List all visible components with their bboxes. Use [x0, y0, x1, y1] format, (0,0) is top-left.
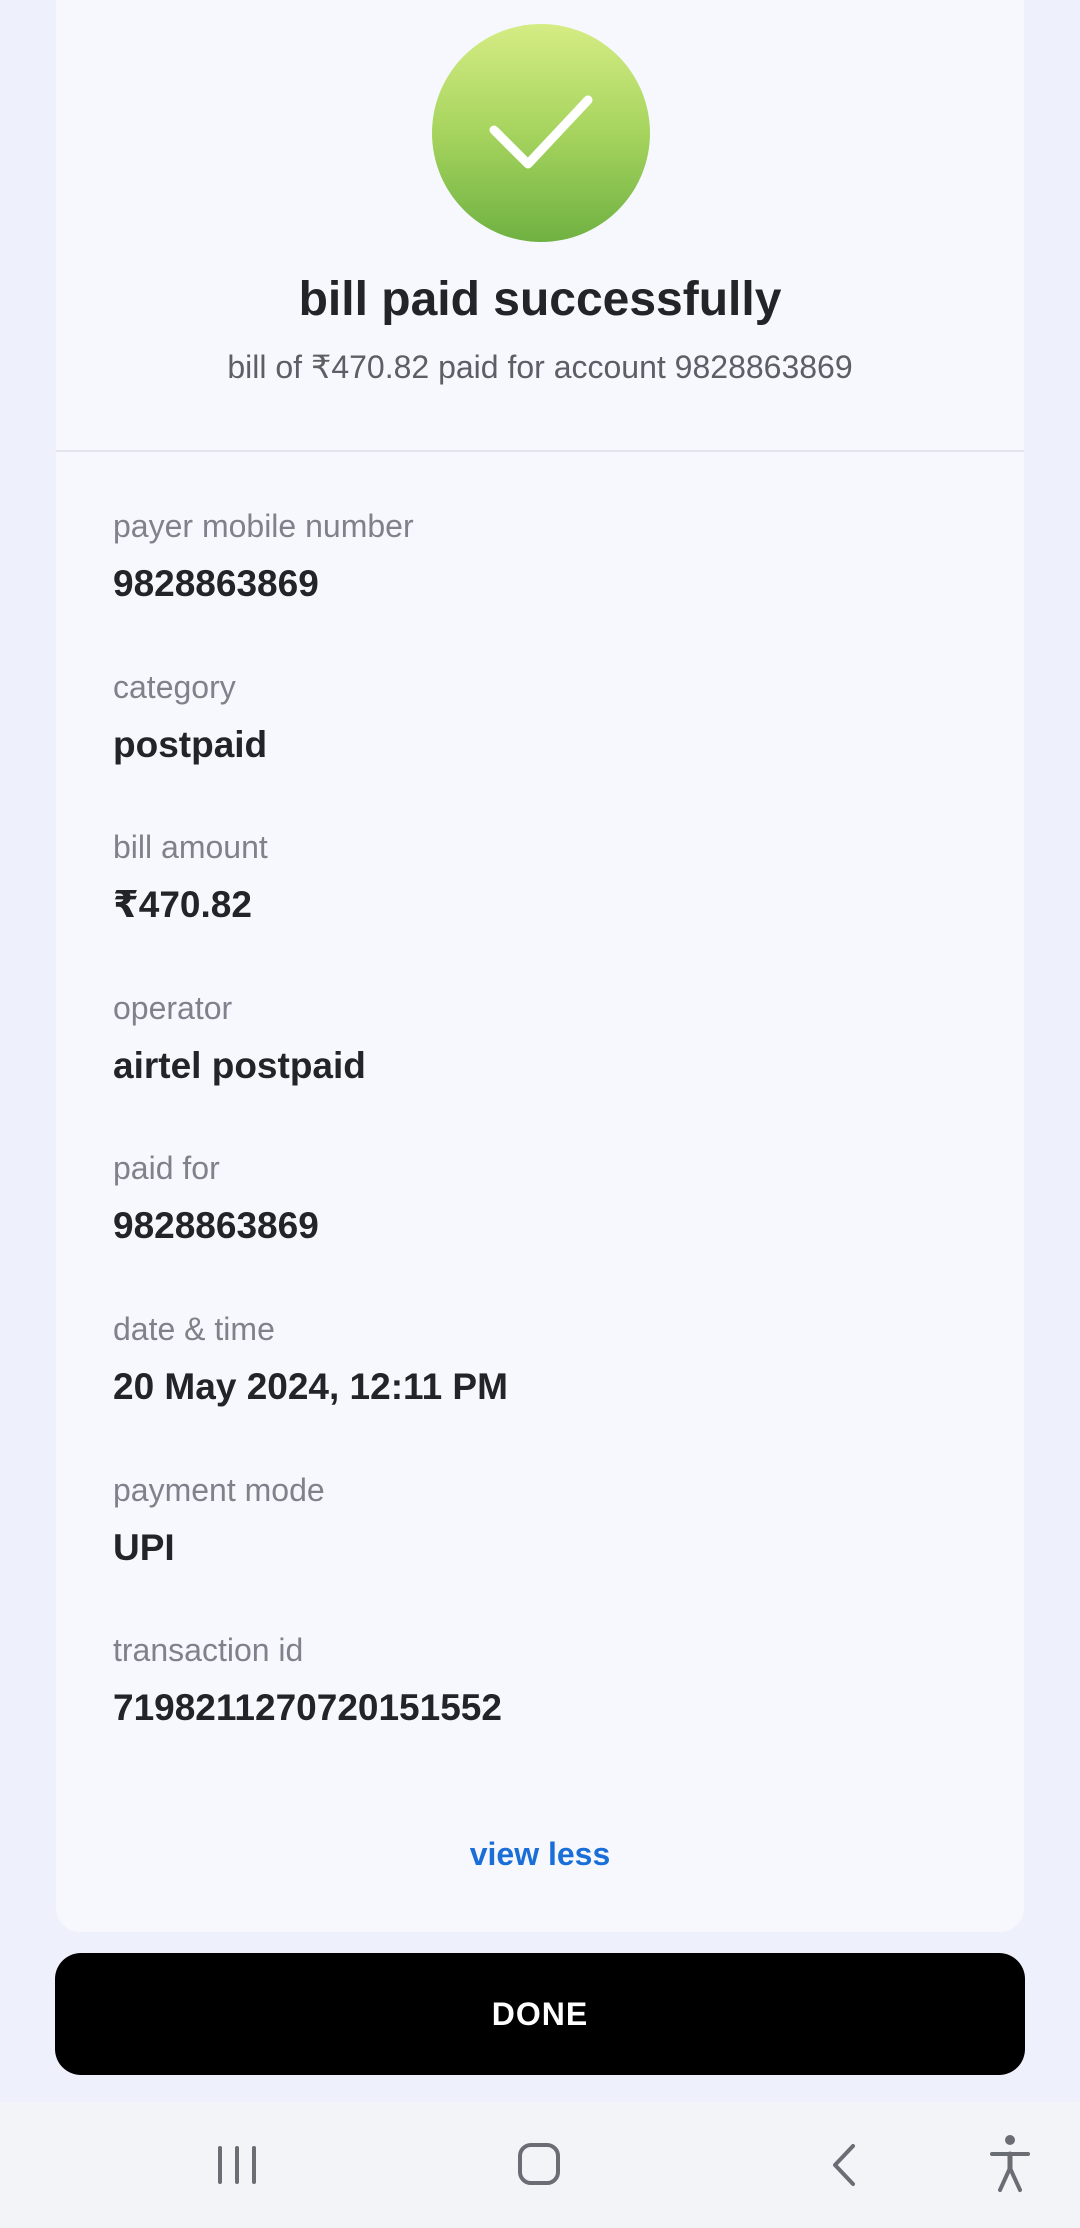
detail-value: postpaid — [113, 724, 268, 765]
detail-value: 9828863869 — [113, 563, 319, 604]
accessibility-icon[interactable] — [950, 2102, 1070, 2228]
detail-payment-mode: payment mode UPI — [113, 1470, 325, 1570]
detail-label: payer mobile number — [113, 508, 414, 544]
payment-summary: bill of ₹470.82 paid for account 9828863… — [227, 349, 853, 385]
detail-label: transaction id — [113, 1632, 304, 1668]
view-less-link[interactable]: view less — [56, 1836, 1024, 1873]
detail-value: 9828863869 — [113, 1205, 319, 1246]
page-title: bill paid successfully — [298, 273, 782, 326]
detail-bill-amount: bill amount ₹470.82 — [113, 827, 268, 927]
detail-label: operator — [113, 990, 233, 1026]
detail-label: paid for — [113, 1150, 220, 1186]
detail-label: payment mode — [113, 1472, 325, 1508]
detail-value: 7198211270720151552 — [113, 1687, 502, 1728]
detail-value: 20 May 2024, 12:11 PM — [113, 1366, 508, 1407]
detail-value: UPI — [113, 1527, 175, 1568]
home-icon[interactable] — [479, 2102, 599, 2228]
detail-label: date & time — [113, 1311, 275, 1347]
detail-paid-for: paid for 9828863869 — [113, 1148, 319, 1248]
detail-date-time: date & time 20 May 2024, 12:11 PM — [113, 1309, 508, 1409]
divider — [56, 450, 1024, 452]
detail-value: ₹470.82 — [113, 884, 252, 925]
detail-value: airtel postpaid — [113, 1045, 366, 1086]
detail-transaction-id: transaction id 7198211270720151552 — [113, 1630, 502, 1730]
receipt-card: bill paid successfully bill of ₹470.82 p… — [56, 0, 1024, 1932]
detail-payer-mobile: payer mobile number 9828863869 — [113, 506, 414, 606]
done-button[interactable]: DONE — [55, 1953, 1025, 2075]
back-icon[interactable] — [783, 2102, 903, 2228]
payment-receipt-screen: bill paid successfully bill of ₹470.82 p… — [0, 0, 1080, 2228]
recent-apps-icon[interactable] — [177, 2102, 297, 2228]
detail-operator: operator airtel postpaid — [113, 988, 366, 1088]
detail-label: bill amount — [113, 829, 268, 865]
system-navigation-bar — [0, 2102, 1080, 2228]
detail-category: category postpaid — [113, 667, 267, 767]
detail-label: category — [113, 669, 236, 705]
checkmark-icon — [432, 24, 650, 242]
